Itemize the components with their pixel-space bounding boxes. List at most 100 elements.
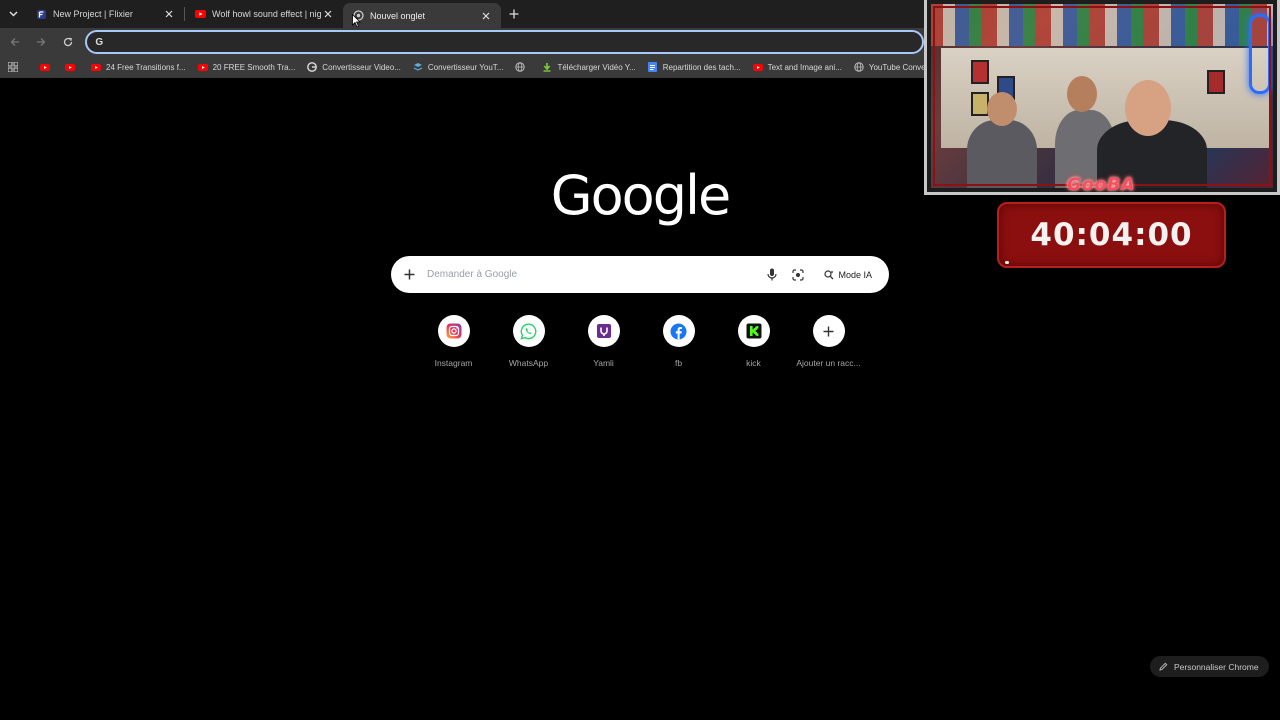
stream-timer: 40:04:00 [997, 202, 1226, 268]
shortcut-yamli[interactable]: Yamli [566, 315, 641, 368]
voice-search-button[interactable] [759, 256, 785, 293]
arrow-right-icon [37, 38, 46, 46]
search-input[interactable] [427, 269, 760, 280]
shortcut-icon-wrap [737, 315, 770, 347]
back-button[interactable] [3, 30, 26, 54]
screen: New Project | Flixier Wolf howl sound ef… [0, 0, 1280, 720]
plus-icon [404, 269, 414, 280]
facebook-icon [670, 323, 687, 339]
reload-button[interactable] [56, 30, 79, 54]
tab-wolf-howl[interactable]: Wolf howl sound effect | night [185, 0, 343, 28]
shortcut-add[interactable]: Ajouter un racc... [791, 315, 866, 368]
plus-icon [509, 9, 519, 19]
lens-search-button[interactable] [785, 256, 811, 293]
arrow-left-icon [10, 38, 19, 46]
ai-mode-button[interactable]: Mode IA [815, 262, 881, 287]
timer-value: 40:04:00 [1030, 217, 1193, 253]
close-tab-icon[interactable] [162, 7, 176, 21]
webcam-overlay: GooBA [924, 0, 1280, 195]
close-tab-icon[interactable] [321, 7, 335, 21]
bookmarks-bar: 24 Free Transitions f... 20 FREE Smooth … [0, 56, 944, 78]
search-box[interactable]: Mode IA [391, 256, 889, 293]
bookmark-youtube-1[interactable] [28, 56, 60, 78]
tab-title: Wolf howl sound effect | night [212, 9, 321, 19]
ai-search-icon [824, 269, 834, 279]
customize-chrome-button[interactable]: Personnaliser Chrome [1150, 656, 1269, 677]
bookmark-text-image[interactable]: Text and Image ani... [747, 56, 848, 78]
reload-icon [63, 37, 72, 47]
shortcut-icon-wrap [512, 315, 545, 347]
docs-icon [648, 62, 658, 72]
shortcut-instagram[interactable]: Instagram [416, 315, 491, 368]
shortcut-label: WhatsApp [508, 358, 549, 368]
globe-icon [854, 62, 864, 72]
youtube-icon [91, 62, 101, 72]
mouse-cursor-icon [352, 14, 361, 28]
apps-grid-icon [8, 62, 18, 72]
ai-mode-label: Mode IA [838, 269, 872, 280]
instagram-icon [446, 323, 461, 339]
flixier-icon [36, 9, 47, 20]
shortcut-label: Ajouter un racc... [796, 358, 861, 368]
shortcut-icon-wrap [812, 315, 845, 347]
shortcuts-row: Instagram WhatsApp Yamli fb kick Ajouter… [416, 315, 866, 368]
customize-label: Personnaliser Chrome [1174, 661, 1259, 672]
forward-button[interactable] [29, 30, 52, 54]
google-icon [307, 62, 318, 72]
bookmark-label: 20 FREE Smooth Tra... [212, 62, 296, 72]
whatsapp-icon [520, 322, 537, 340]
youtube-icon [195, 9, 206, 20]
new-tab-button[interactable] [501, 0, 527, 28]
bookmark-label: Repartition des tach... [662, 62, 741, 72]
shortcut-label: Yamli [593, 358, 614, 368]
tab-new-tab[interactable]: Nouvel onglet [343, 3, 501, 28]
google-icon: G [95, 36, 104, 48]
bookmark-label: 24 Free Transitions f... [106, 62, 186, 72]
chevron-down-icon [8, 11, 18, 17]
tab-search-button[interactable] [0, 0, 26, 28]
bookmark-repartition[interactable]: Repartition des tach... [642, 56, 747, 78]
shortcut-icon-wrap [587, 315, 620, 347]
bookmark-label: Convertisseur Video... [322, 62, 401, 72]
microphone-icon [767, 268, 778, 281]
shortcut-whatsapp[interactable]: WhatsApp [491, 315, 566, 368]
youtube-icon [65, 62, 75, 72]
address-bar[interactable]: G [85, 30, 925, 54]
tab-title: New Project | Flixier [53, 9, 133, 19]
pencil-icon [1159, 662, 1168, 671]
bookmark-convertisseur-youtube[interactable]: Convertisseur YouT... [407, 56, 510, 78]
shortcut-icon-wrap [437, 315, 470, 347]
plus-icon [823, 326, 834, 336]
shortcut-kick[interactable]: kick [716, 315, 791, 368]
cam-neon-sign: GooBA [1067, 175, 1136, 195]
bookmark-convertisseur-video[interactable]: Convertisseur Video... [301, 56, 407, 78]
yamli-icon [596, 324, 611, 338]
bookmark-label: Text and Image ani... [767, 62, 842, 72]
tab-title: Nouvel onglet [370, 10, 426, 21]
bookmark-label: Convertisseur YouT... [427, 62, 504, 72]
bookmark-transitions[interactable]: 24 Free Transitions f... [85, 56, 192, 78]
timer-progress-bar [1005, 261, 1009, 264]
camera-lens-icon [792, 268, 805, 281]
globe-icon [515, 62, 526, 72]
webcam-frame [927, 0, 1277, 192]
close-tab-icon[interactable] [479, 9, 493, 23]
tab-flixier[interactable]: New Project | Flixier [26, 0, 184, 28]
bookmark-youtube-2[interactable] [60, 56, 85, 78]
converter-icon [413, 62, 423, 72]
add-file-button[interactable] [391, 256, 427, 293]
toolbar: G [0, 28, 925, 56]
google-logo: Google [550, 164, 731, 227]
youtube-icon [197, 62, 208, 72]
shortcut-label: kick [746, 358, 761, 368]
youtube-icon [40, 62, 50, 72]
download-icon [542, 62, 552, 72]
apps-button[interactable] [0, 56, 28, 78]
bookmark-smooth-transitions[interactable]: 20 FREE Smooth Tra... [192, 56, 302, 78]
bookmark-label: Télécharger Vidéo Y... [557, 62, 636, 72]
shortcut-icon-wrap [662, 315, 695, 347]
shortcut-facebook[interactable]: fb [641, 315, 716, 368]
bookmark-globe[interactable] [509, 56, 536, 78]
youtube-icon [752, 62, 763, 72]
bookmark-telecharger-video[interactable]: Télécharger Vidéo Y... [536, 56, 641, 78]
